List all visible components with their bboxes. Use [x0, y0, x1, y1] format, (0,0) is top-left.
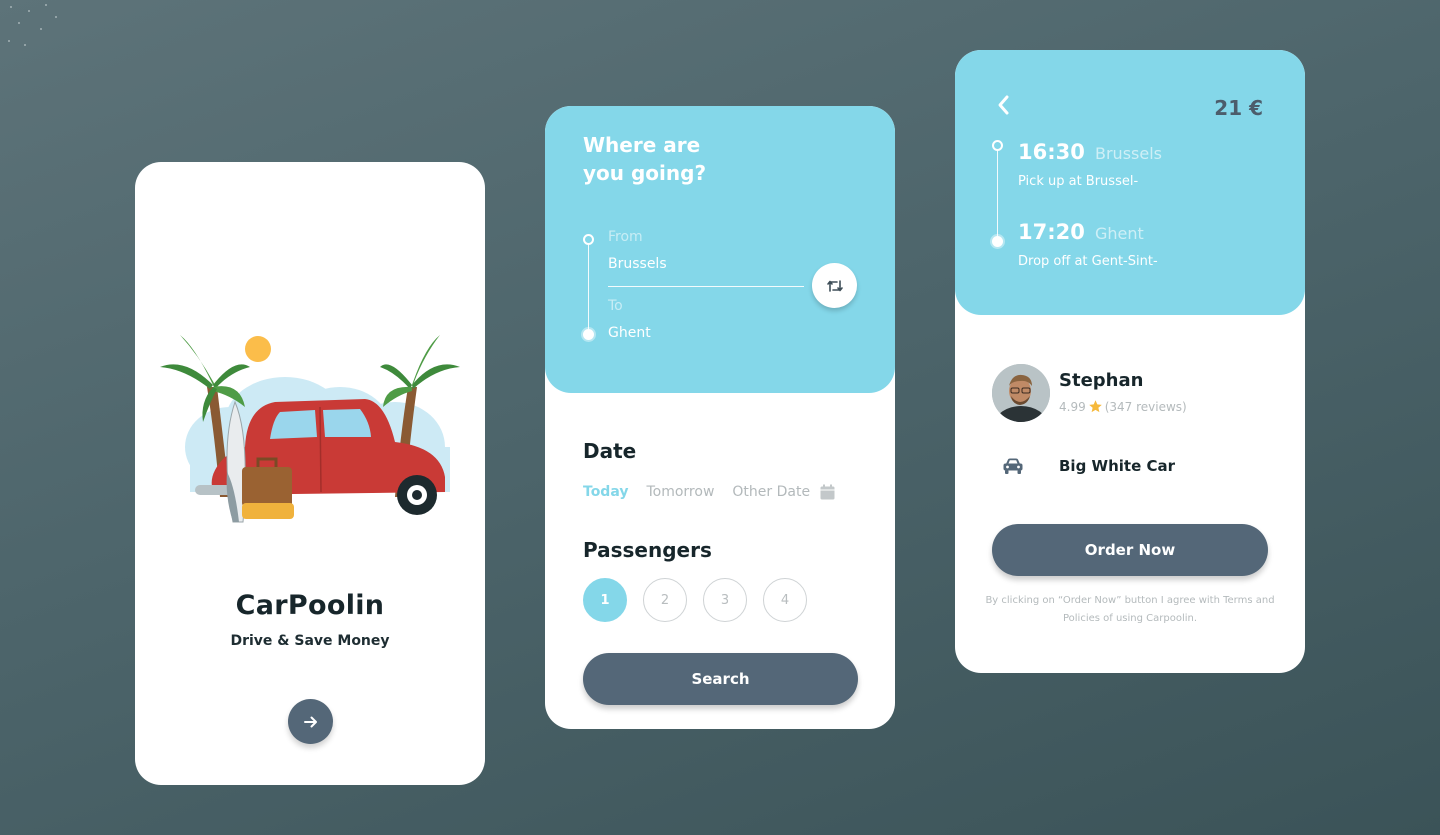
pickup-time: 16:30	[1018, 140, 1085, 164]
swap-icon	[826, 279, 843, 292]
divider	[608, 286, 804, 287]
app-tagline: Drive & Save Money	[230, 633, 390, 649]
date-options: Today Tomorrow Other Date	[583, 484, 835, 500]
swap-button[interactable]	[812, 263, 857, 308]
driver-photo	[992, 364, 1050, 422]
pickup-city: Brussels	[1095, 144, 1162, 163]
rating-value: 4.99	[1059, 399, 1086, 414]
to-label: To	[608, 298, 623, 314]
to-input[interactable]: Ghent	[608, 325, 651, 341]
dropoff-dot	[992, 236, 1003, 247]
review-count: (347 reviews)	[1104, 399, 1187, 414]
dropoff-location: Drop off at Gent-Sint-	[1018, 254, 1158, 269]
passengers-title: Passengers	[583, 538, 712, 562]
passenger-option-1[interactable]: 1	[583, 578, 627, 622]
date-option-other[interactable]: Other Date	[732, 484, 810, 500]
origin-dot	[583, 234, 594, 245]
car-name: Big White Car	[1059, 457, 1175, 475]
car-beach-illustration	[160, 335, 460, 523]
driver-name: Stephan	[1059, 370, 1144, 391]
pickup-dot	[992, 140, 1003, 151]
passenger-option-4[interactable]: 4	[763, 578, 807, 622]
calendar-icon[interactable]	[820, 484, 835, 500]
from-label: From	[608, 229, 643, 245]
date-title: Date	[583, 439, 637, 463]
arrow-right-icon	[303, 716, 317, 727]
from-input[interactable]: Brussels	[608, 256, 667, 272]
passenger-option-3[interactable]: 3	[703, 578, 747, 622]
car-icon	[1003, 458, 1023, 474]
destination-dot	[583, 329, 594, 340]
trip-details-screen: 21 € 16:30 Brussels Pick up at Brussel- …	[955, 50, 1305, 673]
route-header: Where are you going? From Brussels To Gh…	[545, 106, 895, 393]
passenger-option-2[interactable]: 2	[643, 578, 687, 622]
route-line	[588, 243, 589, 335]
dropoff-time: 17:20	[1018, 220, 1085, 244]
dropoff-city: Ghent	[1095, 224, 1144, 243]
search-screen: Where are you going? From Brussels To Gh…	[545, 106, 895, 729]
next-button[interactable]	[288, 699, 333, 744]
driver-avatar[interactable]	[992, 364, 1050, 422]
date-option-today[interactable]: Today	[583, 484, 628, 500]
star-icon	[1088, 400, 1102, 413]
driver-rating: 4.99 (347 reviews)	[1059, 399, 1187, 414]
terms-notice: By clicking on “Order Now” button I agre…	[985, 595, 1275, 624]
page-title: Where are you going?	[583, 133, 707, 185]
passenger-selector: 1 2 3 4	[583, 578, 823, 622]
date-option-tomorrow[interactable]: Tomorrow	[646, 484, 714, 500]
trip-header: 21 € 16:30 Brussels Pick up at Brussel- …	[955, 50, 1305, 315]
route-line	[997, 150, 998, 240]
order-now-button[interactable]: Order Now	[992, 524, 1268, 576]
chevron-left-icon[interactable]	[993, 92, 1015, 118]
welcome-screen: CarPoolin Drive & Save Money	[135, 162, 485, 785]
pickup-location: Pick up at Brussel-	[1018, 174, 1139, 189]
search-button[interactable]: Search	[583, 653, 858, 705]
app-title: CarPoolin	[235, 590, 385, 621]
trip-price: 21 €	[1214, 96, 1263, 120]
